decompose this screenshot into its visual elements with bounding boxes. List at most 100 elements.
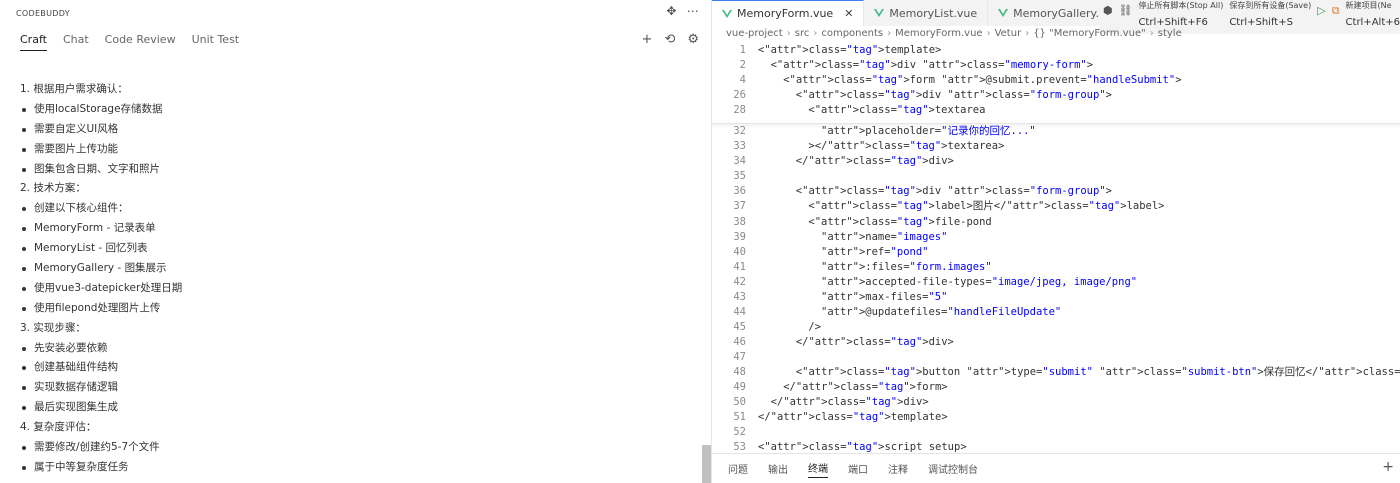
code-line[interactable]: 40 "attr">ref="pond" (712, 245, 1400, 260)
code-text: </"attr">class="tag">form> (783, 381, 948, 394)
breadcrumb-item[interactable]: src (795, 28, 810, 39)
code-text: </"attr">class="tag">template> (758, 411, 948, 424)
code-line[interactable]: 51 </"attr">class="tag">template> (712, 410, 1400, 425)
list-item: 先安装必要依赖 (20, 339, 680, 359)
code-line[interactable]: 37 <"attr">class="tag">label>图片</"attr">c… (712, 199, 1400, 214)
panel-tab[interactable]: 端口 (848, 461, 868, 476)
line-number: 43 (733, 290, 746, 303)
line-number: 45 (733, 320, 746, 333)
code-line[interactable]: 50 </"attr">class="tag">div> (712, 395, 1400, 410)
section-heading: 2. 技术方案： (20, 182, 86, 195)
code-line[interactable]: 2 <"attr">class="tag">div "attr">class="m… (712, 58, 1400, 73)
code-line[interactable]: 42 "attr">accepted-file-types="image/jpeg… (712, 275, 1400, 290)
code-line[interactable]: 4 <"attr">class="tag">form "attr">@submit… (712, 73, 1400, 88)
tab-memoryform[interactable]: MemoryForm.vue ✕ (712, 0, 865, 26)
list-item: 属于中等复杂度任务 (20, 458, 680, 478)
code-line[interactable]: 43 "attr">max-files="5" (712, 290, 1400, 305)
line-number: 46 (733, 335, 746, 348)
codebuddy-icon[interactable]: ⬢ (1103, 4, 1113, 17)
code-line[interactable]: 36 <"attr">class="tag">div "attr">class="… (712, 184, 1400, 199)
bottom-panel-tabs: 问题 输出 终端 端口 注释 调试控制台 (712, 453, 1400, 483)
codebuddy-panel: CODEBUDDY ✥ ⋯ Craft Chat Code Review Uni… (0, 0, 711, 483)
panel-tab[interactable]: 问题 (728, 461, 748, 476)
panel-tab[interactable]: 输出 (768, 461, 788, 476)
code-text: </"attr">class="tag">div> (795, 335, 954, 348)
code-line[interactable]: 53 <"attr">class="tag">script setup> (712, 440, 1400, 453)
code-text: <"attr">class="tag">label>图片</"attr">cla… (808, 200, 1165, 213)
code-line[interactable]: 38 <"attr">class="tag">file-pond (712, 215, 1400, 230)
code-text: "attr">:files="form.images" (821, 260, 992, 273)
code-line[interactable]: 49 </"attr">class="tag">form> (712, 380, 1400, 395)
vue-icon (722, 9, 732, 18)
new-chat-icon[interactable]: + (642, 32, 653, 47)
tab-code-review[interactable]: Code Review (105, 33, 176, 51)
list-item: 使用vue3-datepicker处理日期 (20, 279, 680, 299)
code-line[interactable]: 34 </"attr">class="tag">div> (712, 154, 1400, 169)
stop-all-button[interactable]: 停止所有脚本(Stop All) Ctrl+Shift+F6 (1138, 0, 1223, 28)
save-all-label: 保存到所有设备(Save) (1229, 1, 1312, 10)
code-line[interactable]: 39 "attr">name="images" (712, 230, 1400, 245)
list-item: 需要自定义UI风格 (20, 120, 680, 140)
more-icon[interactable]: ⋯ (687, 4, 699, 18)
line-number: 42 (733, 275, 746, 288)
app-window: CODEBUDDY ✥ ⋯ Craft Chat Code Review Uni… (0, 0, 1400, 483)
code-area[interactable]: 1 <"attr">class="tag">template> 2 <"attr">c… (712, 43, 1400, 453)
code-line[interactable]: 33 ></"attr">class="tag">textarea> (712, 139, 1400, 154)
code-line[interactable]: 47 (712, 350, 1400, 365)
code-line[interactable]: 45 /> (712, 320, 1400, 335)
stop-all-shortcut: Ctrl+Shift+F6 (1138, 17, 1208, 28)
code-text: /> (808, 320, 822, 333)
link-icon[interactable]: ⛓ (1118, 4, 1132, 17)
code-text: "attr">accepted-file-types="image/jpeg, … (821, 275, 1138, 288)
history-icon[interactable]: ⟲ (664, 32, 675, 47)
line-number: 37 (733, 200, 746, 213)
list-item: 最后实现图集生成 (20, 398, 680, 418)
copy-icon[interactable]: ⧉ (1332, 4, 1340, 18)
panel-title: CODEBUDDY (16, 8, 70, 18)
new-project-button[interactable]: 新建项目(Ne Ctrl+Alt+6 (1346, 0, 1400, 28)
close-icon[interactable]: ✕ (844, 7, 853, 20)
code-line[interactable]: 32 "attr">placeholder="记录你的回忆..." (712, 124, 1400, 139)
breadcrumb-item[interactable]: MemoryForm.vue (895, 28, 982, 39)
panel-tabs: Craft Chat Code Review Unit Test (20, 33, 239, 51)
breadcrumb-item[interactable]: {} "MemoryForm.vue" (1033, 28, 1146, 39)
list-item: 使用localStorage存储数据 (20, 100, 680, 120)
new-project-label: 新建项目(Ne (1345, 1, 1392, 10)
line-number: 28 (733, 104, 746, 117)
code-line[interactable]: 41 "attr">:files="form.images" (712, 260, 1400, 275)
panel-tab[interactable]: 终端 (808, 460, 828, 478)
panel-tab[interactable]: 调试控制台 (928, 461, 978, 476)
code-text: ></"attr">class="tag">textarea> (808, 140, 1005, 153)
line-number: 41 (733, 260, 746, 273)
code-line[interactable]: 26 <"attr">class="tag">div "attr">class="… (712, 88, 1400, 103)
vue-icon (874, 9, 885, 17)
code-line[interactable]: 28 <"attr">class="tag">textarea (712, 103, 1400, 118)
save-all-button[interactable]: 保存到所有设备(Save) Ctrl+Shift+S (1229, 0, 1311, 28)
breadcrumb-item[interactable]: Vetur (995, 28, 1022, 39)
tab-craft[interactable]: Craft (20, 33, 47, 51)
run-icon[interactable]: ▷ (1317, 4, 1325, 17)
add-terminal-icon[interactable]: + (1382, 459, 1394, 475)
code-line[interactable]: 1 <"attr">class="tag">template> (712, 43, 1400, 58)
breadcrumb-item[interactable]: style (1158, 28, 1182, 39)
settings-icon[interactable]: ⚙ (687, 32, 699, 47)
line-number: 40 (733, 245, 746, 258)
panel-tab[interactable]: 注释 (888, 461, 908, 476)
code-line[interactable]: 46 </"attr">class="tag">div> (712, 335, 1400, 350)
tab-label: MemoryList.vue (889, 6, 978, 20)
code-text: <"attr">class="tag">script setup> (758, 441, 967, 453)
code-text: "attr">@updatefiles="handleFileUpdate" (821, 305, 1062, 318)
code-line[interactable]: 52 (712, 425, 1400, 440)
code-text: <"attr">class="tag">template> (758, 44, 942, 56)
breadcrumb-item[interactable]: vue-project (726, 28, 783, 39)
code-line[interactable]: 35 (712, 169, 1400, 184)
code-line[interactable]: 44 "attr">@updatefiles="handleFileUpdate" (712, 305, 1400, 320)
tab-memorylist[interactable]: MemoryList.vue (864, 0, 989, 26)
line-number: 47 (733, 350, 746, 363)
tab-chat[interactable]: Chat (63, 33, 89, 51)
left-scrollbar[interactable] (702, 445, 711, 483)
code-line[interactable]: 48 <"attr">class="tag">button "attr">type… (712, 365, 1400, 380)
breadcrumb-item[interactable]: components (821, 28, 883, 39)
tab-unit-test[interactable]: Unit Test (192, 33, 240, 51)
move-icon[interactable]: ✥ (666, 4, 676, 18)
